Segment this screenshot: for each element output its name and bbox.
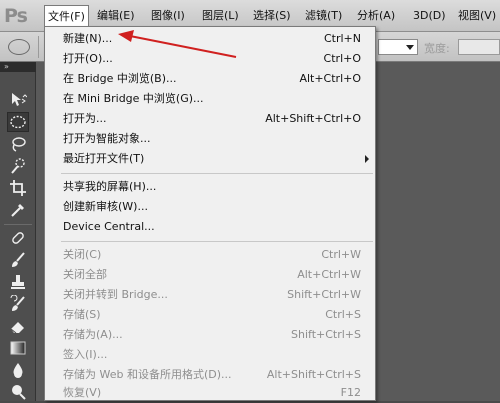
menu-item-label: 共享我的屏幕(H)... — [63, 180, 157, 193]
menu-item-create-review[interactable]: 创建新审核(W)... — [45, 197, 375, 217]
menu-item-shortcut: Alt+Ctrl+O — [299, 72, 361, 85]
menu-item-label: 存储为(A)... — [63, 328, 123, 341]
menu-item-browse-bridge[interactable]: 在 Bridge 中浏览(B)... Alt+Ctrl+O — [45, 69, 375, 89]
menu-filter[interactable]: 滤镜(T) — [302, 5, 345, 27]
menu-item-label: 打开(O)... — [63, 52, 113, 65]
menu-item-browse-mini-bridge[interactable]: 在 Mini Bridge 中浏览(G)... — [45, 89, 375, 109]
clone-stamp-icon[interactable] — [7, 272, 29, 292]
photoshop-logo: Ps — [4, 5, 28, 27]
toolbox-collapse-icon[interactable]: » — [0, 62, 36, 72]
menu-item-shortcut: Alt+Shift+Ctrl+O — [265, 112, 361, 125]
menu-item-label: 关闭全部 — [63, 268, 107, 281]
menu-image[interactable]: 图像(I) — [148, 5, 188, 27]
menu-item-label: Device Central... — [63, 220, 155, 233]
menu-item-device-central[interactable]: Device Central... — [45, 217, 375, 237]
menu-item-shortcut: Shift+Ctrl+W — [287, 288, 361, 301]
brush-icon[interactable] — [7, 250, 29, 270]
menu-item-shortcut: Ctrl+W — [321, 248, 361, 261]
menu-item-shortcut: Ctrl+O — [323, 52, 361, 65]
menu-item-save-as[interactable]: 存储为(A)... Shift+Ctrl+S — [45, 325, 375, 345]
history-brush-icon[interactable] — [7, 294, 29, 314]
menu-item-open-as-smart-object[interactable]: 打开为智能对象... — [45, 129, 375, 149]
elliptical-marquee-icon[interactable] — [7, 112, 29, 132]
lasso-icon[interactable] — [7, 134, 29, 154]
menu-item-label: 创建新审核(W)... — [63, 200, 148, 213]
menu-item-check-in[interactable]: 签入(I)... — [45, 345, 375, 365]
crop-icon[interactable] — [7, 178, 29, 198]
tool-separator — [4, 224, 32, 225]
move-icon[interactable] — [7, 90, 29, 110]
menu-analysis[interactable]: 分析(A) — [354, 5, 398, 27]
file-menu-dropdown: 新建(N)... Ctrl+N 打开(O)... Ctrl+O 在 Bridge… — [44, 26, 376, 401]
menu-layer[interactable]: 图层(L) — [199, 5, 242, 27]
blur-icon[interactable] — [7, 360, 29, 380]
menu-item-new[interactable]: 新建(N)... Ctrl+N — [45, 29, 375, 49]
menu-item-label: 在 Mini Bridge 中浏览(G)... — [63, 92, 204, 105]
menu-item-share-screen[interactable]: 共享我的屏幕(H)... — [45, 177, 375, 197]
menu-item-label: 关闭并转到 Bridge... — [63, 288, 168, 301]
ellipse-marquee-option-icon[interactable] — [8, 39, 30, 55]
menu-item-shortcut: Alt+Shift+Ctrl+S — [266, 368, 361, 381]
width-label: 宽度: — [424, 42, 450, 55]
menu-item-label: 关闭(C) — [63, 248, 102, 261]
menu-item-open-as[interactable]: 打开为... Alt+Shift+Ctrl+O — [45, 109, 375, 129]
eyedropper-icon[interactable] — [7, 200, 29, 220]
menu-item-save[interactable]: 存储(S) Ctrl+S — [45, 305, 375, 325]
menu-item-shortcut: Ctrl+S — [325, 308, 361, 321]
menu-item-label: 打开为... — [63, 112, 107, 125]
chevron-down-icon — [406, 45, 414, 50]
menu-item-label: 存储(S) — [63, 308, 101, 321]
menu-item-label: 存储为 Web 和设备所用格式(D)... — [63, 368, 232, 381]
submenu-arrow-icon — [365, 155, 369, 163]
menu-item-label: 打开为智能对象... — [63, 132, 151, 145]
menu-separator — [61, 241, 373, 242]
dodge-icon[interactable] — [7, 382, 29, 402]
quick-selection-icon[interactable] — [7, 156, 29, 176]
gradient-icon[interactable] — [7, 338, 29, 358]
menu-item-shortcut: Ctrl+N — [323, 32, 361, 45]
width-input[interactable] — [458, 39, 500, 55]
menu-item-shortcut: Shift+Ctrl+S — [291, 328, 361, 341]
menu-item-close-go-bridge[interactable]: 关闭并转到 Bridge... Shift+Ctrl+W — [45, 285, 375, 305]
style-dropdown[interactable] — [378, 39, 418, 55]
menu-select[interactable]: 选择(S) — [250, 5, 294, 27]
menu-item-label: 在 Bridge 中浏览(B)... — [63, 72, 177, 85]
menu-view[interactable]: 视图(V) — [455, 5, 499, 27]
menu-3d[interactable]: 3D(D) — [410, 5, 449, 27]
toolbox: » — [0, 62, 36, 401]
menu-item-shortcut: F12 — [340, 386, 361, 399]
menu-item-save-for-web[interactable]: 存储为 Web 和设备所用格式(D)... Alt+Shift+Ctrl+S — [45, 365, 375, 385]
eraser-icon[interactable] — [7, 316, 29, 336]
menu-edit[interactable]: 编辑(E) — [94, 5, 138, 27]
menu-item-close-all[interactable]: 关闭全部 Alt+Ctrl+W — [45, 265, 375, 285]
menu-separator — [61, 173, 373, 174]
menu-item-label: 新建(N)... — [63, 32, 113, 45]
menu-item-shortcut: Alt+Ctrl+W — [297, 268, 361, 281]
menu-item-recent-files[interactable]: 最近打开文件(T) — [45, 149, 375, 169]
menu-item-label: 恢复(V) — [63, 386, 102, 399]
menu-item-label: 签入(I)... — [63, 348, 108, 361]
menu-item-close[interactable]: 关闭(C) Ctrl+W — [45, 245, 375, 265]
options-divider — [38, 36, 39, 58]
menu-item-revert[interactable]: 恢复(V) F12 — [45, 383, 375, 403]
spot-healing-icon[interactable] — [7, 228, 29, 248]
menu-item-open[interactable]: 打开(O)... Ctrl+O — [45, 49, 375, 69]
menu-item-label: 最近打开文件(T) — [63, 152, 145, 165]
